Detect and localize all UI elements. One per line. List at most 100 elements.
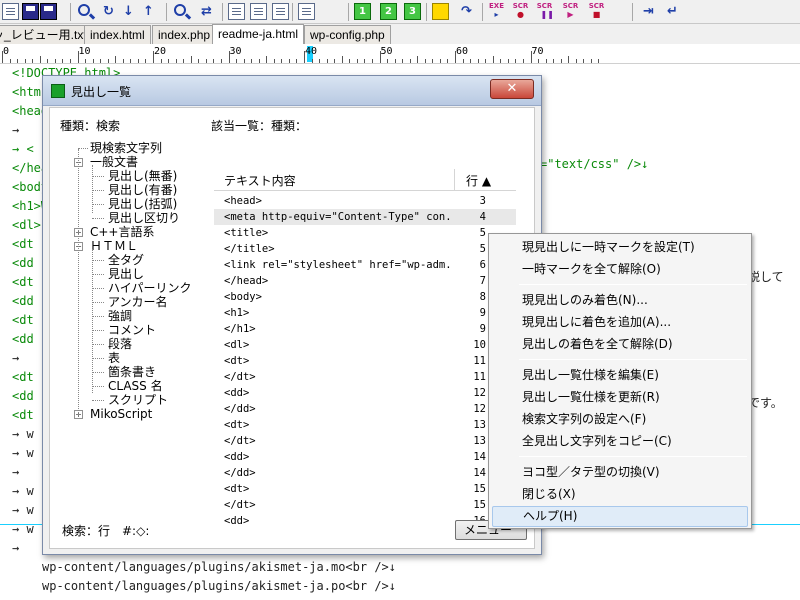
list-item-text: </dd> xyxy=(224,467,256,479)
ruler-tick xyxy=(213,59,215,63)
list-item-text: <meta http-equiv="Content-Type" con... xyxy=(224,211,452,223)
column-header-text[interactable]: テキスト内容 xyxy=(224,172,296,189)
tree-item[interactable]: 見出し区切り xyxy=(108,211,180,225)
list-item[interactable]: </title> 5 xyxy=(214,241,516,257)
ruler-tick xyxy=(100,59,102,63)
tree-item[interactable]: ハイパーリンク xyxy=(108,281,192,295)
jump-icon[interactable]: ↷ xyxy=(458,3,475,20)
heading-list[interactable]: テキスト内容 行 ▲ <head> 3 <meta http-equiv="Cont… xyxy=(214,169,516,526)
tree-item[interactable]: 見出し(無番) xyxy=(108,169,177,183)
replace-icon[interactable]: ⇄ xyxy=(198,3,215,20)
bookmark-icon[interactable] xyxy=(250,3,267,20)
tree-item[interactable]: 強調 xyxy=(108,309,132,323)
list-item[interactable]: </dt> 15 xyxy=(214,497,516,513)
heading-type-tree[interactable]: 現検索文字列 − 一般文書 見出し(無番) 見出し(有番) 見出し(括弧) 見出し区切り + C… xyxy=(62,141,212,461)
menu-item[interactable]: ヨコ型／タテ型の切換(V) xyxy=(492,462,748,483)
list-item[interactable]: <dd> 14 xyxy=(214,449,516,465)
menu-item[interactable]: 現見出しに着色を追加(A)... xyxy=(492,312,748,333)
file-tab[interactable]: index.php xyxy=(152,25,217,44)
tree-item[interactable]: CLASS 名 xyxy=(108,379,163,393)
marker-1-icon[interactable]: 1 xyxy=(354,3,371,20)
dialog-titlebar[interactable]: 見出し一覧 ✕ xyxy=(43,76,541,106)
window-icon[interactable] xyxy=(272,3,289,20)
column-divider[interactable] xyxy=(454,169,455,191)
list-item[interactable]: <head> 3 xyxy=(214,193,516,209)
outline-icon[interactable] xyxy=(228,3,245,20)
tree-connector xyxy=(92,218,104,219)
list-item[interactable]: <body> 8 xyxy=(214,289,516,305)
list-item[interactable]: <h1> 9 xyxy=(214,305,516,321)
script-exec-icon[interactable]: EXE ▸ xyxy=(488,3,505,20)
tree-item[interactable]: アンカー名 xyxy=(108,295,168,309)
list-item[interactable]: <meta http-equiv="Content-Type" con... 4 xyxy=(214,209,516,225)
find-next-icon[interactable]: ↓ xyxy=(120,3,137,20)
tree-item[interactable]: MikoScript xyxy=(90,407,152,421)
ruler-tick xyxy=(296,59,298,63)
list-item[interactable]: <title> 5 xyxy=(214,225,516,241)
tree-item[interactable]: 箇条書き xyxy=(108,365,156,379)
tree-item[interactable]: ＨＴＭＬ xyxy=(90,239,138,253)
tree-item[interactable]: 一般文書 xyxy=(90,155,138,169)
tree-item[interactable]: 段落 xyxy=(108,337,132,351)
ruler-tick xyxy=(424,59,426,63)
list-item[interactable]: <dl> 10 xyxy=(214,337,516,353)
ruler-tick xyxy=(168,59,170,63)
list-item[interactable]: </head> 7 xyxy=(214,273,516,289)
script-stop-icon[interactable]: SCR ■ xyxy=(588,3,605,20)
new-file-icon[interactable] xyxy=(2,3,19,20)
tree-item[interactable]: 見出し(括弧) xyxy=(108,197,177,211)
tree-item[interactable]: 表 xyxy=(108,351,120,365)
marker-2-icon[interactable]: 2 xyxy=(380,3,397,20)
list-item[interactable]: <dd> 12 xyxy=(214,385,516,401)
tree-connector xyxy=(92,176,104,177)
list-item[interactable]: <dt> 11 xyxy=(214,353,516,369)
menu-item[interactable]: 現見出しのみ着色(N)... xyxy=(492,290,748,311)
list-icon[interactable] xyxy=(298,3,315,20)
script-pause-icon[interactable]: SCR ❚❚ xyxy=(536,3,554,20)
file-tab[interactable]: ッ_レビュー用.txt xyxy=(0,25,93,44)
list-item[interactable]: <dt> 15 xyxy=(214,481,516,497)
save-icon[interactable] xyxy=(22,3,39,20)
list-item[interactable]: </dd> 14 xyxy=(214,465,516,481)
tree-item[interactable]: 全タグ xyxy=(108,253,144,267)
menu-item[interactable]: 閉じる(X) xyxy=(492,484,748,505)
column-header-line[interactable]: 行 ▲ xyxy=(466,172,491,189)
menu-item[interactable]: 見出し一覧仕様を更新(R) xyxy=(492,387,748,408)
tree-item[interactable]: スクリプト xyxy=(108,393,168,407)
script-record-icon[interactable]: SCR ● xyxy=(512,3,529,20)
list-item[interactable]: </dd> 12 xyxy=(214,401,516,417)
marker-3-icon[interactable]: 3 xyxy=(404,3,421,20)
script-run-icon[interactable]: SCR ▶ xyxy=(562,3,579,20)
menu-item[interactable]: ヘルプ(H) xyxy=(492,506,748,527)
grep-icon[interactable] xyxy=(174,4,186,16)
tree-item[interactable]: C++言語系 xyxy=(90,225,155,239)
return-icon[interactable]: ↵ xyxy=(664,3,681,20)
yellow-highlight-icon[interactable] xyxy=(432,3,449,20)
tree-item[interactable]: コメント xyxy=(108,323,156,337)
menu-item[interactable]: 現見出しに一時マークを設定(T) xyxy=(492,237,748,258)
ruler-tick xyxy=(311,59,313,63)
close-button[interactable]: ✕ xyxy=(490,79,534,99)
list-item[interactable]: <dt> 13 xyxy=(214,417,516,433)
file-tab[interactable]: index.html xyxy=(84,25,151,44)
menu-item[interactable]: 全見出し文字列をコピー(C) xyxy=(492,431,748,452)
tree-item[interactable]: 現検索文字列 xyxy=(90,141,162,155)
menu-item[interactable]: 見出し一覧仕様を編集(E) xyxy=(492,365,748,386)
find-replace-icon[interactable]: ↻ xyxy=(100,3,117,20)
tree-item[interactable]: 見出し(有番) xyxy=(108,183,177,197)
list-item[interactable]: </dt> 11 xyxy=(214,369,516,385)
tree-item[interactable]: 見出し xyxy=(108,267,144,281)
save-all-icon[interactable] xyxy=(40,3,57,20)
find-previous-icon[interactable]: ↑ xyxy=(140,3,157,20)
menu-item[interactable]: 検索文字列の設定へ(F) xyxy=(492,409,748,430)
search-icon[interactable] xyxy=(78,4,90,16)
list-item[interactable]: </dt> 13 xyxy=(214,433,516,449)
list-item[interactable]: <link rel="stylesheet" href="wp-adm... 6 xyxy=(214,257,516,273)
file-tab[interactable]: readme-ja.html xyxy=(212,24,305,45)
ruler-tick xyxy=(77,56,79,63)
goto-icon[interactable]: ⇥ xyxy=(640,3,657,20)
list-item[interactable]: </h1> 9 xyxy=(214,321,516,337)
file-tab[interactable]: wp-config.php xyxy=(304,25,391,44)
menu-item[interactable]: 一時マークを全て解除(O) xyxy=(492,259,748,280)
menu-item[interactable]: 見出しの着色を全て解除(D) xyxy=(492,334,748,355)
